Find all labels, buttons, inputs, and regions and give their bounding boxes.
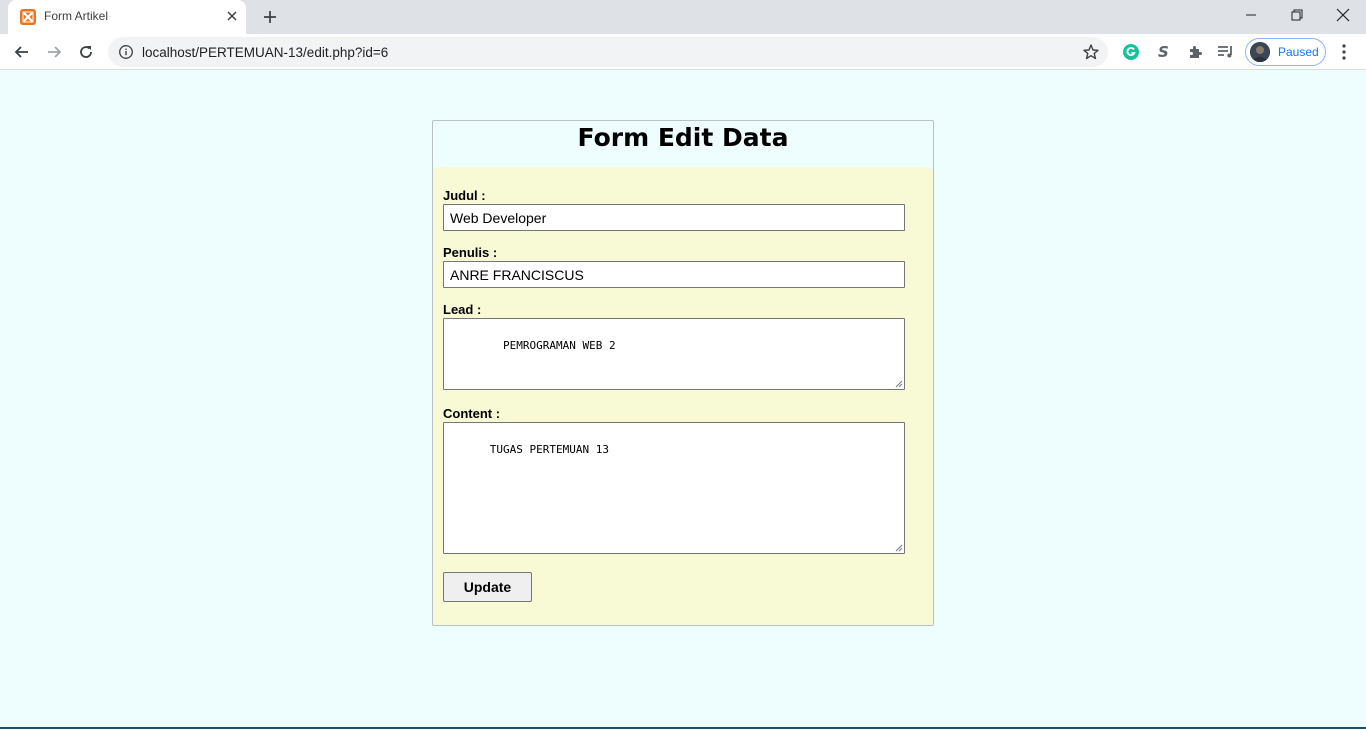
xampp-icon (20, 9, 36, 25)
address-bar[interactable]: localhost/PERTEMUAN-13/edit.php?id=6 (108, 37, 1108, 67)
browser-titlebar: Form Artikel (0, 0, 1366, 34)
svg-text:S: S (1158, 43, 1169, 61)
resize-grip-icon[interactable] (894, 379, 903, 388)
penulis-input[interactable] (443, 261, 905, 288)
info-icon[interactable] (118, 44, 134, 60)
minimize-icon[interactable] (1228, 0, 1274, 30)
puzzle-icon[interactable] (1185, 42, 1205, 62)
reload-icon[interactable] (72, 38, 100, 66)
profile-status: Paused (1278, 45, 1319, 59)
browser-tab[interactable]: Form Artikel (8, 0, 246, 34)
arrow-left-icon[interactable] (8, 38, 36, 66)
penulis-label: Penulis : (443, 245, 498, 260)
grammarly-icon[interactable] (1121, 42, 1141, 62)
page-title: Form Edit Data (577, 123, 789, 152)
arrow-right-icon[interactable] (40, 38, 68, 66)
content-label: Content : (443, 406, 501, 421)
plus-icon[interactable] (258, 5, 282, 29)
avatar (1250, 42, 1270, 62)
restore-icon[interactable] (1274, 0, 1320, 30)
star-icon[interactable] (1082, 43, 1100, 61)
judul-input[interactable] (443, 204, 905, 231)
kebab-menu-icon[interactable] (1334, 42, 1354, 62)
lead-textarea[interactable]: PEMROGRAMAN WEB 2 (443, 318, 905, 390)
window-close-icon[interactable] (1320, 0, 1366, 30)
s-extension-icon[interactable]: S (1153, 42, 1173, 62)
edit-form: Judul : Penulis : Lead : PEMROGRAMAN WEB… (433, 167, 933, 625)
edit-form-card: Form Edit Data Judul : Penulis : Lead : … (432, 120, 934, 626)
url-text[interactable]: localhost/PERTEMUAN-13/edit.php?id=6 (142, 45, 388, 60)
lead-text: PEMROGRAMAN WEB 2 (489, 339, 616, 352)
resize-grip-icon[interactable] (894, 543, 903, 552)
browser-toolbar: localhost/PERTEMUAN-13/edit.php?id=6 S P… (0, 34, 1366, 70)
media-queue-icon[interactable] (1216, 42, 1236, 62)
content-textarea[interactable]: TUGAS PERTEMUAN 13 (443, 422, 905, 554)
tab-title: Form Artikel (44, 9, 109, 23)
lead-label: Lead : (443, 302, 482, 317)
update-button[interactable]: Update (443, 572, 532, 602)
judul-label: Judul : (443, 188, 486, 203)
content-text: TUGAS PERTEMUAN 13 (489, 443, 609, 456)
profile-button[interactable]: Paused (1245, 38, 1326, 66)
close-icon[interactable] (224, 8, 240, 24)
